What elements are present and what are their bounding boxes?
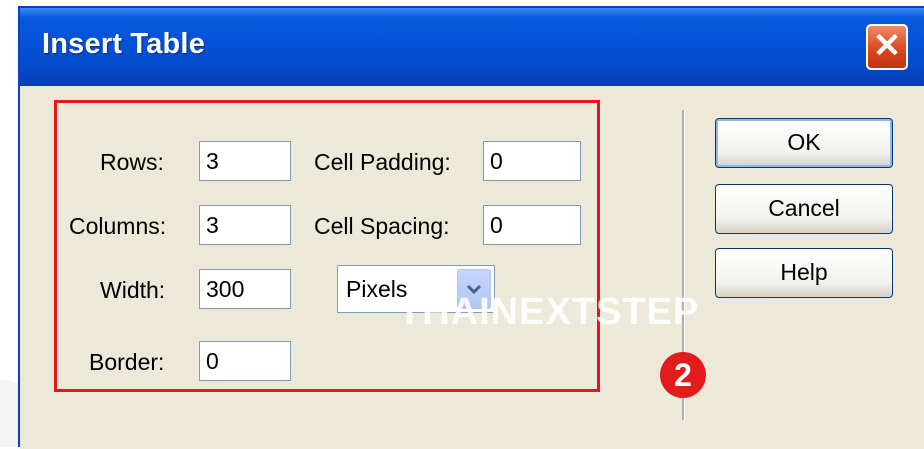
columns-input[interactable]: 3: [199, 205, 291, 245]
highlight-box: Rows: 3 Cell Padding: 0 Columns: 3 Cell …: [54, 100, 600, 392]
title-bar[interactable]: Insert Table ✕: [20, 8, 924, 86]
help-button[interactable]: Help: [715, 248, 893, 298]
close-button[interactable]: ✕: [866, 24, 908, 70]
border-label: Border:: [89, 349, 165, 375]
rows-input[interactable]: 3: [199, 141, 291, 181]
insert-table-dialog: Insert Table ✕ Rows: 3 Cell Padding: 0 C…: [18, 6, 924, 449]
rows-label: Rows:: [100, 149, 164, 175]
dialog-content: Rows: 3 Cell Padding: 0 Columns: 3 Cell …: [20, 86, 924, 449]
step-badge: 2: [660, 352, 706, 398]
ok-button[interactable]: OK: [715, 118, 893, 168]
border-input[interactable]: 0: [199, 341, 291, 381]
width-input[interactable]: 300: [199, 269, 291, 309]
width-label: Width:: [100, 277, 166, 303]
cell-spacing-input[interactable]: 0: [483, 205, 581, 245]
cell-spacing-label: Cell Spacing:: [314, 213, 450, 239]
columns-label: Columns:: [69, 213, 167, 239]
close-icon: ✕: [872, 27, 902, 65]
dialog-title: Insert Table: [42, 28, 206, 60]
cell-padding-input[interactable]: 0: [483, 141, 581, 181]
watermark: THAINEXTSTEP: [398, 291, 700, 333]
cancel-button[interactable]: Cancel: [715, 184, 893, 234]
cell-padding-label: Cell Padding:: [314, 149, 451, 175]
